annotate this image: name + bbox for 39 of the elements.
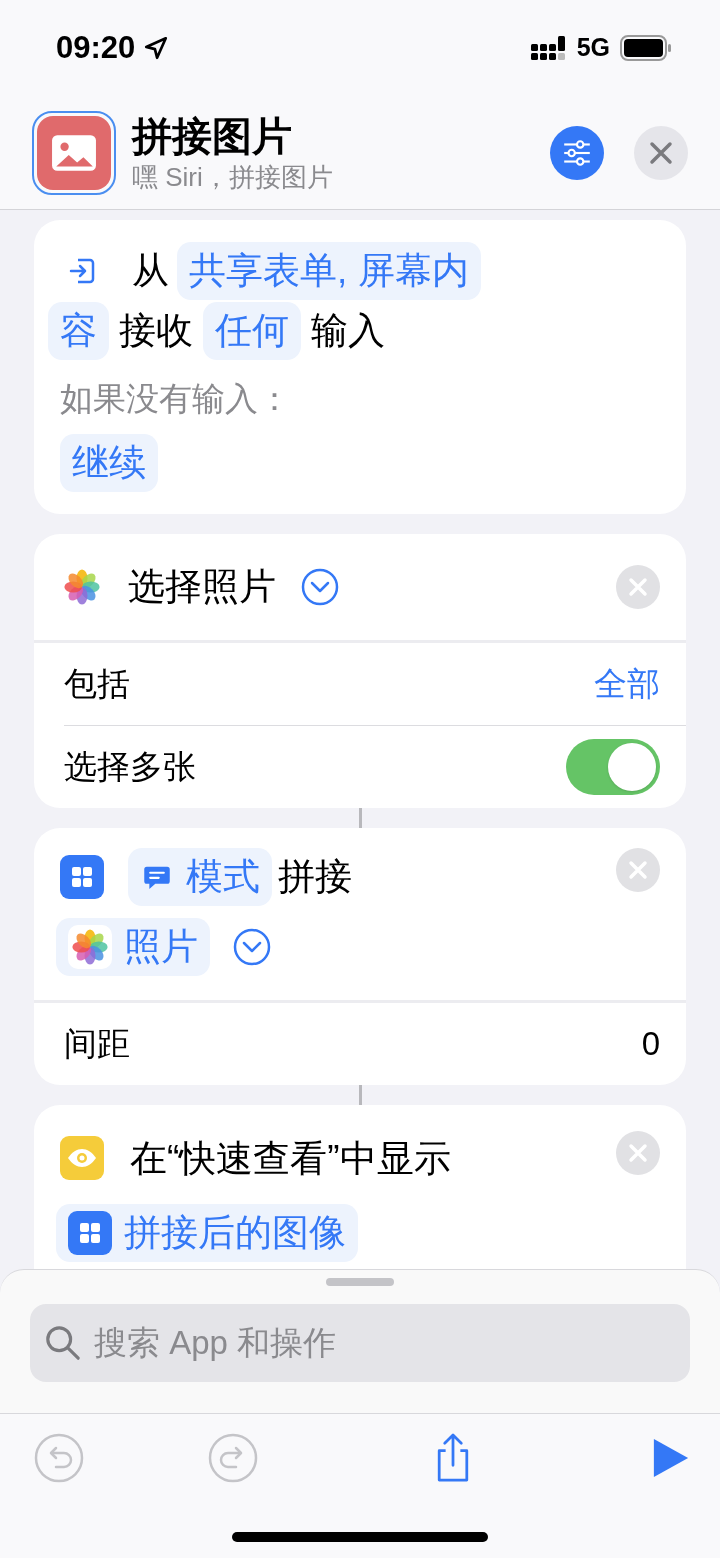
action-text: 接收 — [119, 309, 193, 354]
status-time: 09:20 — [56, 28, 136, 67]
action-text: 拼接 — [278, 854, 352, 899]
variable-token[interactable]: 照片 — [56, 917, 210, 976]
network-label: 5G — [576, 32, 610, 64]
chevron-down-icon[interactable] — [232, 926, 272, 967]
close-button[interactable] — [634, 125, 688, 180]
shortcut-title: 拼接图片 — [132, 112, 293, 160]
variable-token[interactable]: 容 — [48, 302, 109, 360]
siri-phrase: 嘿 Siri，拼接图片 — [132, 160, 334, 194]
row-value[interactable]: 0 — [641, 1018, 660, 1069]
location-icon — [143, 35, 170, 61]
row-value[interactable]: 全部 — [594, 658, 660, 709]
action-text: 从 — [132, 249, 169, 294]
settings-button[interactable] — [550, 125, 604, 180]
eye-icon — [60, 1136, 104, 1181]
grid-icon — [68, 1211, 112, 1255]
action-text: 选择照片 — [128, 564, 276, 609]
fallback-label: 如果没有输入： — [60, 379, 292, 419]
action-text: 输入 — [311, 309, 385, 354]
play-icon[interactable] — [652, 1437, 690, 1479]
close-icon — [649, 140, 673, 165]
signal-icon — [530, 36, 567, 60]
variable-token[interactable]: 继续 — [60, 433, 158, 492]
variable-token[interactable]: 模式 — [128, 847, 272, 906]
variable-token[interactable]: 任何 — [203, 302, 301, 360]
row-label: 选择多张 — [64, 746, 196, 787]
battery-icon — [620, 35, 672, 61]
action-text: 在“快速查看”中显示 — [130, 1136, 451, 1181]
variable-token[interactable]: 拼接后的图像 — [56, 1204, 358, 1262]
shortcut-app-icon[interactable] — [32, 110, 116, 195]
row-label: 间距 — [64, 1023, 130, 1064]
search-field[interactable]: 搜索 App 和操作 — [30, 1304, 690, 1382]
variable-token[interactable]: 共享表单, 屏幕内 — [177, 242, 481, 300]
photos-icon — [68, 924, 112, 969]
search-icon — [44, 1324, 82, 1362]
chevron-down-icon[interactable] — [300, 566, 340, 607]
row-label: 包括 — [64, 663, 130, 704]
grid-icon — [60, 854, 104, 899]
